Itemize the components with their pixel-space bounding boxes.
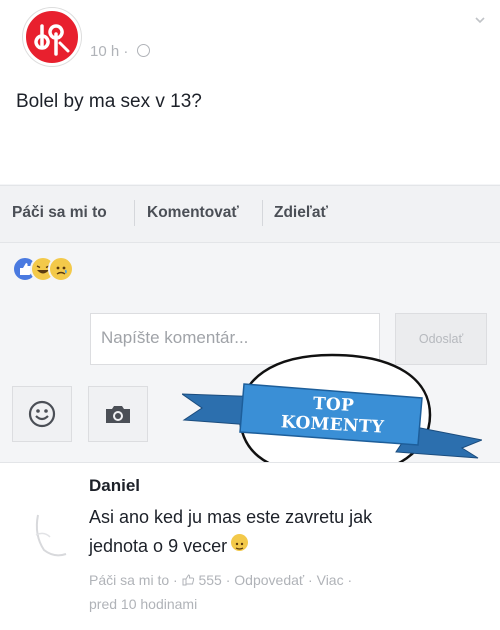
smiley-emoji-icon (231, 534, 249, 551)
action-bar: Páči sa mi to Komentovať Zdieľať (0, 185, 500, 243)
page-avatar[interactable] (23, 8, 81, 66)
chevron-down-icon[interactable] (474, 14, 486, 26)
badge-label: TOP KOMENTY (280, 393, 385, 438)
comment-time: pred 10 hodinami (89, 596, 198, 612)
post-time[interactable]: 10 h (90, 43, 119, 60)
emoji-button[interactable] (12, 386, 72, 442)
post-card: 10 h · Bolel by ma sex v 13? (0, 0, 500, 184)
post-meta: 10 h · (90, 43, 150, 60)
comment-text: Asi ano ked ju mas este zavretu jak jedn… (89, 507, 373, 556)
comment-like-link[interactable]: Páči sa mi to (89, 572, 169, 588)
like-button[interactable]: Páči sa mi to (12, 204, 107, 222)
post-text: Bolel by ma sex v 13? (16, 91, 202, 112)
comment-meta: Páči sa mi to · 555 · Odpovedať · Viac ·… (89, 568, 489, 616)
comment-like-count[interactable]: 555 (198, 572, 221, 588)
photo-button[interactable] (88, 386, 148, 442)
globe-icon (136, 44, 150, 57)
thumbs-up-icon (182, 572, 199, 588)
smiley-icon (28, 400, 56, 428)
comment-author[interactable]: Daniel (89, 476, 140, 496)
commenter-avatar[interactable] (30, 505, 72, 565)
divider (134, 200, 135, 226)
share-button[interactable]: Zdieľať (274, 204, 328, 222)
comment-more-link[interactable]: Viac (317, 572, 344, 588)
dp-logo-icon (34, 24, 70, 56)
divider (262, 200, 263, 226)
camera-icon (106, 406, 130, 423)
comment-reply-link[interactable]: Odpovedať (234, 572, 304, 588)
sad-reaction-icon (48, 256, 74, 282)
comment-button[interactable]: Komentovať (147, 204, 239, 222)
